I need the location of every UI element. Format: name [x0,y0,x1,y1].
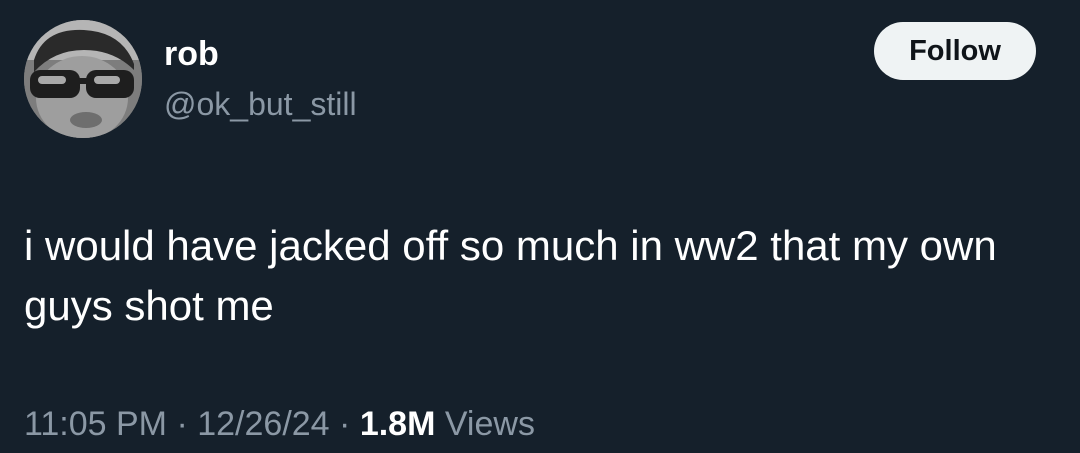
views-count: 1.8M [359,405,436,443]
tweet-date[interactable]: 12/26/24 [197,405,329,443]
meta-separator: · [329,405,360,443]
author-handle[interactable]: @ok_but_still [164,84,357,124]
tweet-meta: 11:05 PM · 12/26/24 · 1.8M Views [24,402,535,446]
tweet-card: rob @ok_but_still Follow i would have ja… [0,0,1080,453]
author-display-name[interactable]: rob [164,34,219,74]
follow-button[interactable]: Follow [874,22,1036,80]
views-label: Views [444,405,535,443]
tweet-text: i would have jacked off so much in ww2 t… [24,222,997,329]
avatar-image [24,20,142,138]
tweet-time[interactable]: 11:05 PM [24,405,167,443]
meta-separator: · [167,405,198,443]
avatar[interactable] [24,20,142,138]
